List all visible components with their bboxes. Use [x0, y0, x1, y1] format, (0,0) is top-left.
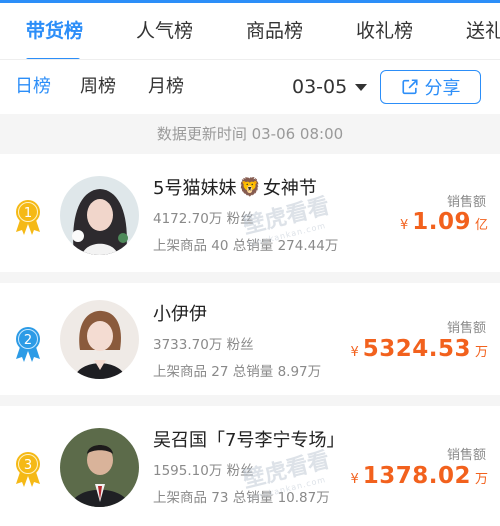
date-value: 03-05 [292, 76, 348, 98]
avatar[interactable] [60, 428, 139, 507]
sales-value: ¥1.09 亿 [399, 209, 488, 235]
svg-text:2: 2 [24, 333, 32, 348]
sales-label: 销售额 [446, 448, 486, 463]
caret-down-icon [355, 83, 368, 91]
date-dropdown[interactable]: 03-05 [292, 60, 368, 114]
svg-text:3: 3 [24, 458, 32, 473]
tab-products[interactable]: 商品榜 [246, 3, 303, 59]
sales-value: ¥1378.02 万 [350, 463, 488, 489]
product-stats: 上架商品 73 总销量 10.87万 [153, 490, 330, 506]
ranking-tabs: 带货榜 人气榜 商品榜 收礼榜 送礼 [0, 3, 500, 60]
fan-count: 1595.10万 粉丝 [153, 463, 254, 479]
anchor-name[interactable]: 5号猫妹妹 🦁 女神节 [153, 174, 317, 200]
avatar[interactable] [60, 176, 139, 255]
divider [0, 272, 500, 283]
ranking-item-2[interactable]: 2 小伊伊 3733.70万 粉丝 上架商品 27 总销量 8.97万 销售额 … [0, 283, 500, 395]
anchor-name[interactable]: 小伊伊 [153, 300, 207, 326]
period-weekly[interactable]: 周榜 [80, 60, 116, 114]
svg-text:1: 1 [24, 206, 32, 221]
period-monthly[interactable]: 月榜 [148, 60, 184, 114]
tab-gifts-received[interactable]: 收礼榜 [356, 3, 413, 59]
ranking-item-1[interactable]: 1 5号猫妹妹 🦁 女神节 4172.70万 粉丝 上架商品 40 总销量 27… [0, 154, 500, 272]
tab-sales[interactable]: 带货榜 [26, 3, 83, 59]
avatar-image [60, 428, 139, 507]
blue-medal-icon: 2 [16, 327, 40, 362]
tab-popularity[interactable]: 人气榜 [136, 3, 193, 59]
tab-gifts-sent[interactable]: 送礼 [466, 3, 500, 59]
ranking-item-3[interactable]: 3 吴召国「7号李宁专场」 1595.10万 粉丝 上架商品 73 总销量 10… [0, 406, 500, 526]
avatar-image [60, 176, 139, 255]
gold-medal-icon: 1 [16, 200, 40, 235]
sales-label: 销售额 [446, 321, 486, 336]
update-time: 数据更新时间 03-06 08:00 [0, 114, 500, 154]
product-stats: 上架商品 27 总销量 8.97万 [153, 364, 322, 380]
divider [0, 395, 500, 406]
avatar-image [60, 300, 139, 379]
fan-count: 4172.70万 粉丝 [153, 211, 254, 227]
share-icon [401, 79, 418, 95]
share-label: 分享 [424, 78, 461, 99]
lion-emoji: 🦁 [238, 176, 261, 198]
avatar[interactable] [60, 300, 139, 379]
period-daily[interactable]: 日榜 [15, 60, 51, 114]
anchor-name[interactable]: 吴召国「7号李宁专场」 [153, 426, 344, 452]
gold-medal-icon: 3 [16, 452, 40, 487]
period-bar: 日榜 周榜 月榜 03-05 分享 [0, 60, 500, 114]
share-button[interactable]: 分享 [380, 70, 481, 104]
product-stats: 上架商品 40 总销量 274.44万 [153, 238, 339, 254]
fan-count: 3733.70万 粉丝 [153, 337, 254, 353]
sales-label: 销售额 [446, 195, 486, 210]
sales-value: ¥5324.53 万 [350, 336, 488, 362]
